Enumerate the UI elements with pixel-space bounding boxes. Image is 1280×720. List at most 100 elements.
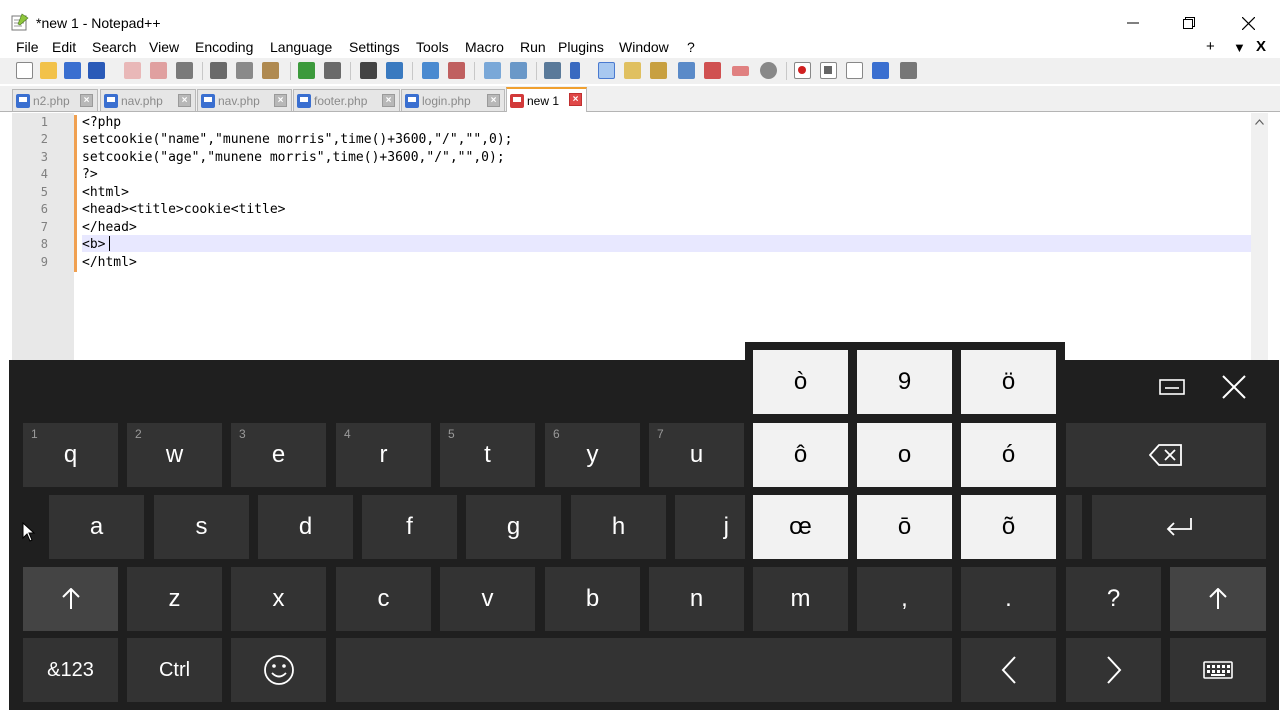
keyboard-layout-key[interactable] <box>1170 638 1266 702</box>
key-hidden[interactable] <box>1066 495 1082 559</box>
numbers-symbols-key[interactable]: &123 <box>23 638 118 702</box>
close-all-icon[interactable] <box>150 62 167 79</box>
code-editor[interactable]: 1 2 3 4 5 6 7 8 9 <?php setcookie("name"… <box>12 113 1268 363</box>
right-arrow-key[interactable] <box>1066 638 1161 702</box>
key-s[interactable]: s <box>154 495 249 559</box>
tab-list-button[interactable]: ▼ <box>1233 40 1246 55</box>
undo-icon[interactable] <box>298 62 315 79</box>
save-icon[interactable] <box>64 62 81 79</box>
vertical-scrollbar[interactable] <box>1251 113 1268 363</box>
scroll-up-button[interactable] <box>1251 113 1268 130</box>
sync-horizontal-icon[interactable] <box>510 62 527 79</box>
key-9[interactable]: 9 <box>857 350 952 414</box>
new-file-icon[interactable] <box>16 62 33 79</box>
maximize-button[interactable] <box>1166 8 1212 38</box>
menu-edit[interactable]: Edit <box>52 39 76 55</box>
menu-file[interactable]: File <box>16 39 39 55</box>
key-b[interactable]: b <box>545 567 640 631</box>
folder-workspace-icon[interactable] <box>704 62 721 79</box>
redo-icon[interactable] <box>324 62 341 79</box>
menu-run[interactable]: Run <box>520 39 546 55</box>
udl-icon[interactable] <box>624 62 641 79</box>
key-o-circumflex[interactable]: ô <box>753 423 848 487</box>
replace-icon[interactable] <box>386 62 403 79</box>
doc-map-icon[interactable] <box>650 62 667 79</box>
key-o-grave[interactable]: ò <box>753 350 848 414</box>
key-r[interactable]: 4r <box>336 423 431 487</box>
key-y[interactable]: 6y <box>545 423 640 487</box>
print-icon[interactable] <box>176 62 193 79</box>
key-o-macron[interactable]: ō <box>857 495 952 559</box>
key-v[interactable]: v <box>440 567 535 631</box>
key-c[interactable]: c <box>336 567 431 631</box>
tab-close-icon[interactable]: × <box>487 94 500 107</box>
tab-close-icon[interactable]: × <box>80 94 93 107</box>
menu-help[interactable]: ? <box>687 39 695 55</box>
key-a[interactable]: a <box>49 495 144 559</box>
menu-tools[interactable]: Tools <box>416 39 449 55</box>
key-f[interactable]: f <box>362 495 457 559</box>
zoom-in-icon[interactable] <box>422 62 439 79</box>
sync-vertical-icon[interactable] <box>484 62 501 79</box>
key-d[interactable]: d <box>258 495 353 559</box>
menu-settings[interactable]: Settings <box>349 39 400 55</box>
key-o-acute[interactable]: ó <box>961 423 1056 487</box>
record-macro-icon[interactable] <box>794 62 811 79</box>
word-wrap-icon[interactable] <box>544 62 561 79</box>
menu-search[interactable]: Search <box>92 39 136 55</box>
shift-key-left[interactable] <box>23 567 118 631</box>
find-icon[interactable] <box>360 62 377 79</box>
key-g[interactable]: g <box>466 495 561 559</box>
show-all-chars-icon[interactable] <box>570 62 580 79</box>
backspace-key[interactable] <box>1066 423 1266 487</box>
tab-nav-php-2[interactable]: nav.php × <box>197 89 292 111</box>
key-o-tilde[interactable]: õ <box>961 495 1056 559</box>
close-window-button[interactable] <box>1225 8 1271 38</box>
open-file-icon[interactable] <box>40 62 57 79</box>
monitoring-icon[interactable] <box>732 66 749 76</box>
key-n[interactable]: n <box>649 567 744 631</box>
save-all-icon[interactable] <box>88 62 105 79</box>
key-q[interactable]: 1q <box>23 423 118 487</box>
key-question[interactable]: ? <box>1066 567 1161 631</box>
key-oe[interactable]: œ <box>753 495 848 559</box>
tab-login-php[interactable]: login.php × <box>401 89 505 111</box>
menu-encoding[interactable]: Encoding <box>195 39 253 55</box>
gear-icon[interactable] <box>760 62 777 79</box>
tab-nav-php[interactable]: nav.php × <box>100 89 196 111</box>
close-file-icon[interactable] <box>124 62 141 79</box>
dock-button[interactable] <box>1152 372 1192 402</box>
enter-key[interactable] <box>1092 495 1266 559</box>
tab-close-icon[interactable]: × <box>274 94 287 107</box>
function-list-icon[interactable] <box>678 62 695 79</box>
stop-macro-icon[interactable] <box>820 62 837 79</box>
play-macro-icon[interactable] <box>846 62 863 79</box>
key-o-umlaut[interactable]: ö <box>961 350 1056 414</box>
ctrl-key[interactable]: Ctrl <box>127 638 222 702</box>
menu-view[interactable]: View <box>149 39 179 55</box>
copy-icon[interactable] <box>236 62 253 79</box>
key-t[interactable]: 5t <box>440 423 535 487</box>
tab-close-icon[interactable]: × <box>569 93 582 106</box>
paste-icon[interactable] <box>262 62 279 79</box>
new-tab-button[interactable]: + <box>1206 38 1215 55</box>
close-keyboard-button[interactable] <box>1214 370 1254 404</box>
menu-window[interactable]: Window <box>619 39 669 55</box>
tab-close-icon[interactable]: × <box>382 94 395 107</box>
key-comma[interactable]: , <box>857 567 952 631</box>
key-w[interactable]: 2w <box>127 423 222 487</box>
tab-n2-php[interactable]: n2.php × <box>12 89 98 111</box>
left-arrow-key[interactable] <box>961 638 1056 702</box>
key-j[interactable]: j <box>675 495 745 559</box>
menu-plugins[interactable]: Plugins <box>558 39 604 55</box>
minimize-button[interactable] <box>1110 8 1156 38</box>
zoom-out-icon[interactable] <box>448 62 465 79</box>
key-e[interactable]: 3e <box>231 423 326 487</box>
space-bar[interactable] <box>336 638 952 702</box>
tab-footer-php[interactable]: footer.php × <box>293 89 400 111</box>
menu-macro[interactable]: Macro <box>465 39 504 55</box>
key-x[interactable]: x <box>231 567 326 631</box>
run-macro-multiple-icon[interactable] <box>872 62 889 79</box>
close-doc-button[interactable]: X <box>1256 38 1266 55</box>
key-period[interactable]: . <box>961 567 1056 631</box>
